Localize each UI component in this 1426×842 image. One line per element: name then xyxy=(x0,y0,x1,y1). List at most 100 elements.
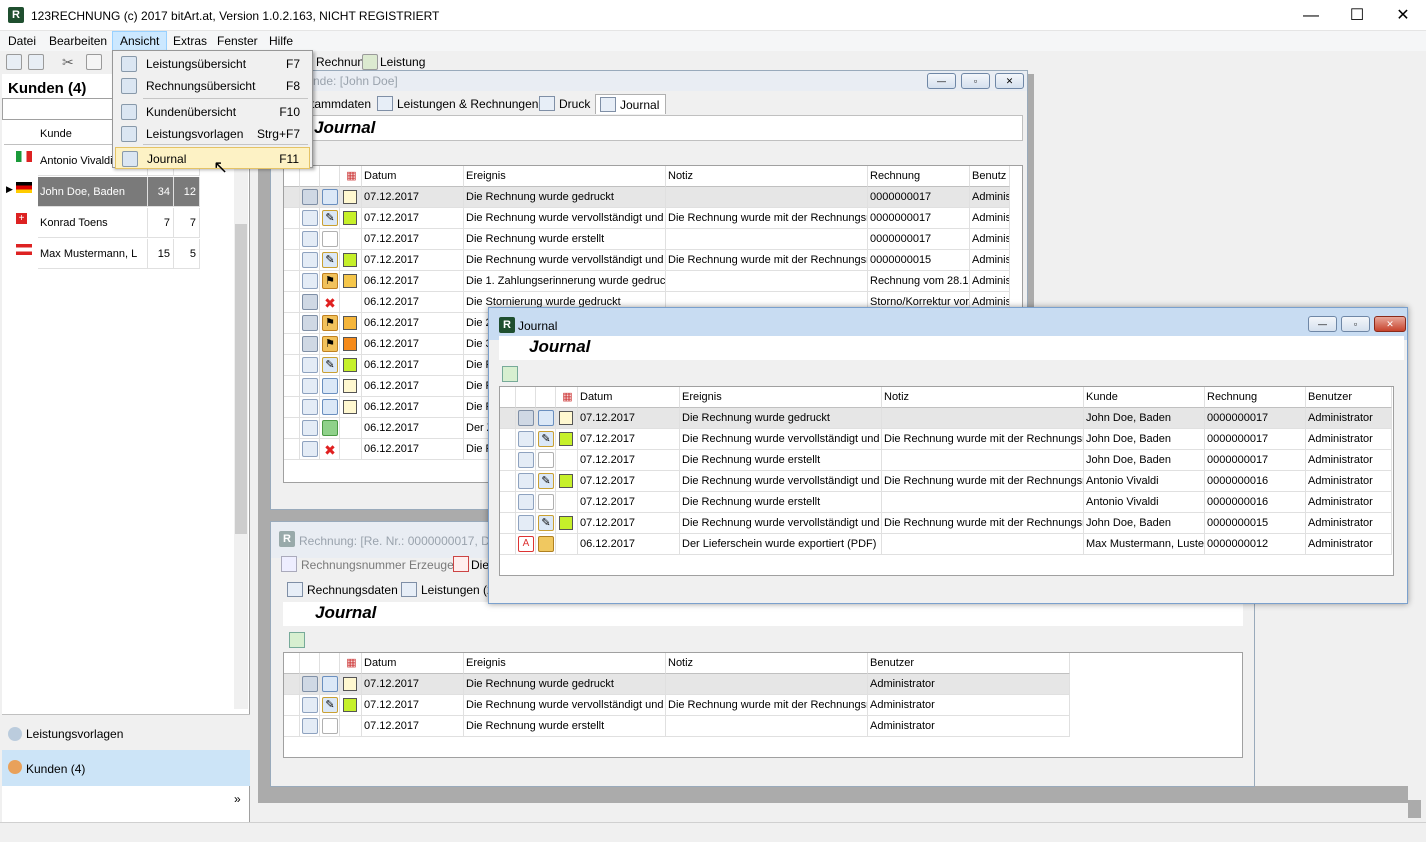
journal-cell-user[interactable]: Administrator xyxy=(1306,408,1392,429)
close-button[interactable]: ✕ xyxy=(1380,0,1426,31)
jw-minimize-button[interactable]: — xyxy=(1308,316,1337,332)
journal-cell-note[interactable] xyxy=(666,271,868,292)
journal-cell-date[interactable]: 07.12.2017 xyxy=(362,250,464,271)
journal-cell-date[interactable]: 06.12.2017 xyxy=(578,534,680,555)
journal-cell-event[interactable]: Die Rechnung wurde gedruckt xyxy=(680,408,882,429)
journal-cell-customer[interactable]: Max Mustermann, Luster xyxy=(1084,534,1205,555)
column-header[interactable]: Datum xyxy=(362,653,464,674)
journal-cell-event[interactable]: Die Rechnung wurde vervollständigt und i xyxy=(680,471,882,492)
maximize-button[interactable]: ☐ xyxy=(1334,0,1380,31)
color-column-icon[interactable]: ▦ xyxy=(340,653,362,674)
journal-cell-event[interactable]: Der Lieferschein wurde exportiert (PDF) xyxy=(680,534,882,555)
journal-cell-date[interactable]: 07.12.2017 xyxy=(578,408,680,429)
journal-cell-customer[interactable]: Antonio Vivaldi xyxy=(1084,492,1205,513)
journal-cell-invoice[interactable]: 0000000015 xyxy=(1205,513,1306,534)
column-header[interactable]: Datum xyxy=(362,166,464,187)
minimize-button[interactable]: — xyxy=(1288,0,1334,31)
journal-cell-customer[interactable]: John Doe, Baden xyxy=(1084,408,1205,429)
scroll-thumb[interactable] xyxy=(235,224,247,534)
column-header[interactable]: Rechnung xyxy=(1205,387,1306,408)
journal-cell-event[interactable]: Die 1. Zahlungserinnerung wurde gedruck xyxy=(464,271,666,292)
column-header[interactable]: Ereignis xyxy=(464,166,666,187)
save-icon[interactable] xyxy=(6,54,22,70)
journal-cell-invoice[interactable]: 0000000016 xyxy=(1205,471,1306,492)
menu-item-kundenübersicht[interactable]: Kundenübersicht F10 xyxy=(115,101,310,123)
journal-cell-note[interactable] xyxy=(666,187,868,208)
journal-cell-note[interactable] xyxy=(882,534,1084,555)
journal-cell-date[interactable]: 07.12.2017 xyxy=(362,229,464,250)
journal-cell-date[interactable]: 07.12.2017 xyxy=(362,674,464,695)
journal-cell-invoice[interactable]: 0000000017 xyxy=(868,229,970,250)
journal-cell-user[interactable]: Adminis xyxy=(970,229,1010,250)
journal-cell-note[interactable] xyxy=(666,674,868,695)
journal-cell-customer[interactable]: John Doe, Baden xyxy=(1084,429,1205,450)
menu-hilfe[interactable]: Hilfe xyxy=(262,31,300,51)
mdi-vertical-scrollbar[interactable] xyxy=(1408,74,1422,800)
column-header[interactable]: Benutzer xyxy=(1306,387,1392,408)
menu-item-leistungsübersicht[interactable]: Leistungsübersicht F7 xyxy=(115,53,310,75)
journal-cell-user[interactable]: Administrator xyxy=(868,716,1070,737)
tab-druck[interactable]: Druck xyxy=(535,94,596,114)
journal-cell-date[interactable]: 07.12.2017 xyxy=(362,695,464,716)
journal-cell-date[interactable]: 07.12.2017 xyxy=(578,513,680,534)
journal-cell-invoice[interactable]: 0000000017 xyxy=(1205,429,1306,450)
journal-cell-user[interactable]: Administrator xyxy=(868,695,1070,716)
nav-kunden[interactable]: Kunden (4) xyxy=(2,750,250,786)
menu-extras[interactable]: Extras xyxy=(166,31,214,51)
column-header[interactable]: Notiz xyxy=(666,653,868,674)
journal-cell-date[interactable]: 06.12.2017 xyxy=(362,418,464,439)
journal-cell-event[interactable]: Die Rechnung wurde vervollständigt und i xyxy=(464,695,666,716)
toolbar-leistung[interactable]: Leistung xyxy=(380,55,425,69)
journal-cell-event[interactable]: Die Rechnung wurde vervollständigt und i xyxy=(464,208,666,229)
journal-cell-date[interactable]: 06.12.2017 xyxy=(362,334,464,355)
journal-cell-event[interactable]: Die Rechnung wurde vervollständigt und i xyxy=(680,513,882,534)
journal-cell-invoice[interactable]: 0000000017 xyxy=(868,187,970,208)
journal-cell-date[interactable]: 07.12.2017 xyxy=(578,492,680,513)
journal-cell-event[interactable]: Die Rechnung wurde vervollständigt und i xyxy=(464,250,666,271)
cw-maximize-button[interactable]: ▫ xyxy=(961,73,990,89)
jw-maximize-button[interactable]: ▫ xyxy=(1341,316,1370,332)
column-header[interactable]: Benutzer xyxy=(868,653,1070,674)
journal-cell-date[interactable]: 07.12.2017 xyxy=(362,187,464,208)
more-button[interactable]: » xyxy=(234,792,241,806)
tab-leistungen-rechnungen[interactable]: Leistungen & Rechnungen xyxy=(373,94,544,114)
journal-cell-event[interactable]: Die Rechnung wurde gedruckt xyxy=(464,674,666,695)
column-header[interactable]: Benutz xyxy=(970,166,1010,187)
journal-cell-user[interactable]: Adminis xyxy=(970,250,1010,271)
journal-cell-event[interactable]: Die Rechnung wurde erstellt xyxy=(464,716,666,737)
journal-cell-note[interactable] xyxy=(882,492,1084,513)
copy-icon[interactable] xyxy=(86,54,102,70)
journal-cell-user[interactable]: Adminis xyxy=(970,208,1010,229)
menu-datei[interactable]: Datei xyxy=(1,31,43,51)
journal-cell-note[interactable] xyxy=(666,716,868,737)
tab-journal[interactable]: Journal xyxy=(595,94,667,114)
journal-cell-user[interactable]: Adminis xyxy=(970,271,1010,292)
menu-bearbeiten[interactable]: Bearbeiten xyxy=(42,31,114,51)
save-all-icon[interactable] xyxy=(28,54,44,70)
color-column-icon[interactable]: ▦ xyxy=(340,166,362,187)
journal-cell-event[interactable]: Die Rechnung wurde erstellt xyxy=(680,450,882,471)
journal-cell-date[interactable]: 06.12.2017 xyxy=(362,439,464,460)
journal-cell-note[interactable]: Die Rechnung wurde mit der Rechnungsnu xyxy=(882,471,1084,492)
journal-cell-invoice[interactable]: 0000000012 xyxy=(1205,534,1306,555)
tab-leistungen[interactable]: Leistungen (2 xyxy=(397,580,500,600)
column-header[interactable]: Notiz xyxy=(666,166,868,187)
journal-cell-note[interactable] xyxy=(882,450,1084,471)
menu-ansicht[interactable]: Ansicht xyxy=(112,31,168,51)
generate-number-button[interactable]: Rechnungsnummer Erzeugen xyxy=(301,558,460,572)
mdi-horizontal-scrollbar[interactable] xyxy=(258,803,1408,819)
customer-scrollbar[interactable] xyxy=(234,124,248,709)
cut-icon[interactable]: ✂ xyxy=(62,54,78,70)
journal-cell-user[interactable]: Administrator xyxy=(1306,513,1392,534)
column-header[interactable]: Datum xyxy=(578,387,680,408)
journal-cell-user[interactable]: Administrator xyxy=(1306,429,1392,450)
journal-cell-event[interactable]: Die Rechnung wurde gedruckt xyxy=(464,187,666,208)
journal-cell-date[interactable]: 06.12.2017 xyxy=(362,271,464,292)
journal-cell-date[interactable]: 06.12.2017 xyxy=(362,355,464,376)
journal-cell-invoice[interactable]: Rechnung vom 28.1 xyxy=(868,271,970,292)
export-icon[interactable] xyxy=(289,632,305,648)
journal-cell-date[interactable]: 06.12.2017 xyxy=(362,313,464,334)
color-column-icon[interactable]: ▦ xyxy=(556,387,578,408)
column-header[interactable]: Rechnung xyxy=(868,166,970,187)
nav-leistungsvorlagen[interactable]: Leistungsvorlagen xyxy=(2,714,250,750)
